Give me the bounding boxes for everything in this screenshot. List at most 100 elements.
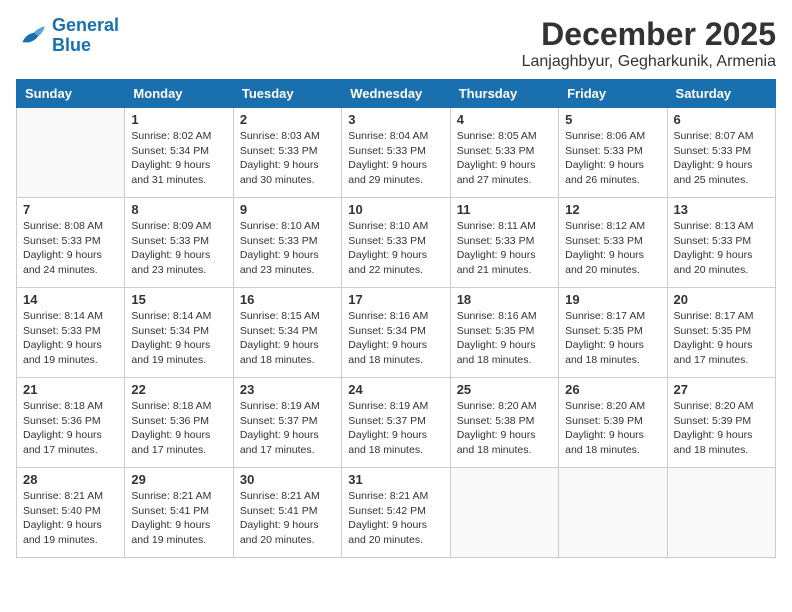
calendar-week-row: 1 Sunrise: 8:02 AMSunset: 5:34 PMDaylight…: [17, 108, 776, 198]
day-number: 15: [131, 292, 226, 307]
calendar-cell: 12 Sunrise: 8:12 AMSunset: 5:33 PMDayligh…: [559, 198, 667, 288]
calendar-cell: 18 Sunrise: 8:16 AMSunset: 5:35 PMDayligh…: [450, 288, 558, 378]
weekday-header-tuesday: Tuesday: [233, 80, 341, 108]
page-header: General Blue December 2025 Lanjaghbyur, …: [16, 16, 776, 71]
day-info: Sunrise: 8:02 AMSunset: 5:34 PMDaylight:…: [131, 129, 226, 188]
day-number: 18: [457, 292, 552, 307]
day-number: 11: [457, 202, 552, 217]
day-info: Sunrise: 8:20 AMSunset: 5:39 PMDaylight:…: [674, 399, 769, 458]
weekday-header-friday: Friday: [559, 80, 667, 108]
day-info: Sunrise: 8:17 AMSunset: 5:35 PMDaylight:…: [674, 309, 769, 368]
calendar-cell: 23Sunrise: 8:19 AMSunset: 5:37 PMDayligh…: [233, 378, 341, 468]
day-info: Sunrise: 8:10 AMSunset: 5:33 PMDaylight:…: [240, 219, 335, 278]
weekday-header-thursday: Thursday: [450, 80, 558, 108]
calendar-header-row: SundayMondayTuesdayWednesdayThursdayFrid…: [17, 80, 776, 108]
calendar-cell: 3Sunrise: 8:04 AMSunset: 5:33 PMDaylight…: [342, 108, 450, 198]
day-number: 31: [348, 472, 443, 487]
calendar-cell: 9 Sunrise: 8:10 AMSunset: 5:33 PMDaylight…: [233, 198, 341, 288]
calendar-cell: 11 Sunrise: 8:11 AMSunset: 5:33 PMDayligh…: [450, 198, 558, 288]
calendar-cell: 10 Sunrise: 8:10 AMSunset: 5:33 PMDayligh…: [342, 198, 450, 288]
logo-icon: [16, 20, 48, 52]
calendar-table: SundayMondayTuesdayWednesdayThursdayFrid…: [16, 79, 776, 558]
weekday-header-wednesday: Wednesday: [342, 80, 450, 108]
day-info: Sunrise: 8:14 AMSunset: 5:34 PMDaylight:…: [131, 309, 226, 368]
day-info: Sunrise: 8:18 AMSunset: 5:36 PMDaylight:…: [131, 399, 226, 458]
calendar-cell: 26 Sunrise: 8:20 AMSunset: 5:39 PMDayligh…: [559, 378, 667, 468]
day-number: 14: [23, 292, 118, 307]
day-number: 13: [674, 202, 769, 217]
calendar-cell: 13 Sunrise: 8:13 AMSunset: 5:33 PMDayligh…: [667, 198, 775, 288]
day-info: Sunrise: 8:10 AMSunset: 5:33 PMDaylight:…: [348, 219, 443, 278]
day-info: Sunrise: 8:13 AMSunset: 5:33 PMDaylight:…: [674, 219, 769, 278]
day-number: 5: [565, 112, 660, 127]
day-info: Sunrise: 8:21 AMSunset: 5:40 PMDaylight:…: [23, 489, 118, 548]
day-info: Sunrise: 8:19 AMSunset: 5:37 PMDaylight:…: [348, 399, 443, 458]
day-number: 28: [23, 472, 118, 487]
day-info: Sunrise: 8:09 AMSunset: 5:33 PMDaylight:…: [131, 219, 226, 278]
day-number: 21: [23, 382, 118, 397]
day-number: 10: [348, 202, 443, 217]
title-block: December 2025 Lanjaghbyur, Gegharkunik, …: [522, 16, 776, 71]
calendar-cell: [450, 468, 558, 558]
day-number: 26: [565, 382, 660, 397]
calendar-cell: 4Sunrise: 8:05 AMSunset: 5:33 PMDaylight…: [450, 108, 558, 198]
calendar-cell: 7Sunrise: 8:08 AMSunset: 5:33 PMDaylight…: [17, 198, 125, 288]
day-info: Sunrise: 8:11 AMSunset: 5:33 PMDaylight:…: [457, 219, 552, 278]
day-number: 27: [674, 382, 769, 397]
logo-text: General Blue: [52, 16, 119, 56]
calendar-cell: 29 Sunrise: 8:21 AMSunset: 5:41 PMDayligh…: [125, 468, 233, 558]
calendar-week-row: 28 Sunrise: 8:21 AMSunset: 5:40 PMDayligh…: [17, 468, 776, 558]
logo: General Blue: [16, 16, 119, 56]
day-number: 29: [131, 472, 226, 487]
calendar-cell: 27 Sunrise: 8:20 AMSunset: 5:39 PMDayligh…: [667, 378, 775, 468]
calendar-cell: 22 Sunrise: 8:18 AMSunset: 5:36 PMDayligh…: [125, 378, 233, 468]
day-info: Sunrise: 8:21 AMSunset: 5:41 PMDaylight:…: [240, 489, 335, 548]
day-number: 6: [674, 112, 769, 127]
calendar-week-row: 21 Sunrise: 8:18 AMSunset: 5:36 PMDayligh…: [17, 378, 776, 468]
day-number: 7: [23, 202, 118, 217]
day-number: 17: [348, 292, 443, 307]
calendar-cell: 21 Sunrise: 8:18 AMSunset: 5:36 PMDayligh…: [17, 378, 125, 468]
calendar-cell: 17 Sunrise: 8:16 AMSunset: 5:34 PMDayligh…: [342, 288, 450, 378]
calendar-cell: [559, 468, 667, 558]
calendar-cell: 5Sunrise: 8:06 AMSunset: 5:33 PMDaylight…: [559, 108, 667, 198]
day-info: Sunrise: 8:14 AMSunset: 5:33 PMDaylight:…: [23, 309, 118, 368]
day-info: Sunrise: 8:16 AMSunset: 5:34 PMDaylight:…: [348, 309, 443, 368]
day-number: 1: [131, 112, 226, 127]
day-info: Sunrise: 8:15 AMSunset: 5:34 PMDaylight:…: [240, 309, 335, 368]
calendar-cell: 16Sunrise: 8:15 AMSunset: 5:34 PMDayligh…: [233, 288, 341, 378]
day-number: 2: [240, 112, 335, 127]
day-number: 8: [131, 202, 226, 217]
calendar-cell: 8 Sunrise: 8:09 AMSunset: 5:33 PMDaylight…: [125, 198, 233, 288]
day-info: Sunrise: 8:20 AMSunset: 5:39 PMDaylight:…: [565, 399, 660, 458]
page-title: December 2025: [522, 16, 776, 53]
calendar-cell: 28 Sunrise: 8:21 AMSunset: 5:40 PMDayligh…: [17, 468, 125, 558]
page-subtitle: Lanjaghbyur, Gegharkunik, Armenia: [522, 53, 776, 71]
day-info: Sunrise: 8:18 AMSunset: 5:36 PMDaylight:…: [23, 399, 118, 458]
day-number: 30: [240, 472, 335, 487]
calendar-cell: [17, 108, 125, 198]
weekday-header-saturday: Saturday: [667, 80, 775, 108]
weekday-header-sunday: Sunday: [17, 80, 125, 108]
day-info: Sunrise: 8:03 AMSunset: 5:33 PMDaylight:…: [240, 129, 335, 188]
day-info: Sunrise: 8:17 AMSunset: 5:35 PMDaylight:…: [565, 309, 660, 368]
calendar-cell: 25Sunrise: 8:20 AMSunset: 5:38 PMDayligh…: [450, 378, 558, 468]
day-info: Sunrise: 8:12 AMSunset: 5:33 PMDaylight:…: [565, 219, 660, 278]
calendar-cell: 14 Sunrise: 8:14 AMSunset: 5:33 PMDayligh…: [17, 288, 125, 378]
day-number: 19: [565, 292, 660, 307]
day-number: 23: [240, 382, 335, 397]
day-info: Sunrise: 8:21 AMSunset: 5:41 PMDaylight:…: [131, 489, 226, 548]
weekday-header-monday: Monday: [125, 80, 233, 108]
calendar-cell: 24Sunrise: 8:19 AMSunset: 5:37 PMDayligh…: [342, 378, 450, 468]
day-info: Sunrise: 8:21 AMSunset: 5:42 PMDaylight:…: [348, 489, 443, 548]
day-number: 25: [457, 382, 552, 397]
day-info: Sunrise: 8:16 AMSunset: 5:35 PMDaylight:…: [457, 309, 552, 368]
calendar-week-row: 7Sunrise: 8:08 AMSunset: 5:33 PMDaylight…: [17, 198, 776, 288]
day-number: 9: [240, 202, 335, 217]
day-number: 22: [131, 382, 226, 397]
calendar-cell: 19 Sunrise: 8:17 AMSunset: 5:35 PMDayligh…: [559, 288, 667, 378]
calendar-cell: 2 Sunrise: 8:03 AMSunset: 5:33 PMDaylight…: [233, 108, 341, 198]
day-number: 12: [565, 202, 660, 217]
calendar-cell: 15 Sunrise: 8:14 AMSunset: 5:34 PMDayligh…: [125, 288, 233, 378]
calendar-cell: 30 Sunrise: 8:21 AMSunset: 5:41 PMDayligh…: [233, 468, 341, 558]
